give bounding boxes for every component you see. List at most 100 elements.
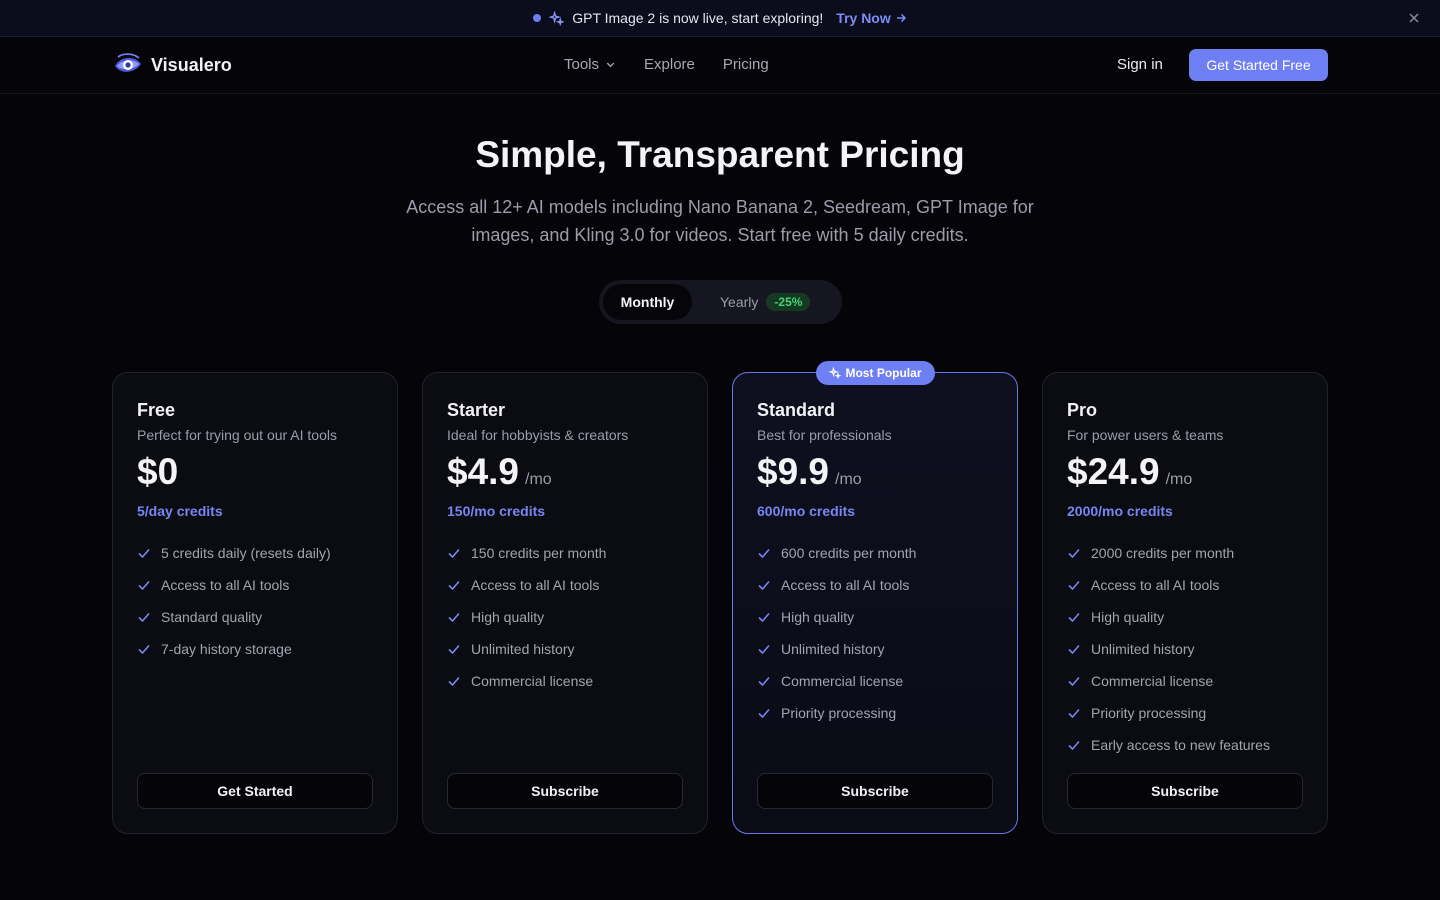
plan-credits: 600/mo credits (757, 503, 856, 519)
check-icon (757, 642, 771, 656)
subscribe-button[interactable]: Subscribe (447, 773, 683, 809)
check-icon (757, 546, 771, 560)
feature-list: 600 credits per month Access to all AI to… (757, 537, 916, 729)
feature-text: Priority processing (1091, 705, 1207, 721)
nav-explore[interactable]: Explore (644, 56, 695, 73)
feature-text: Early access to new features (1091, 737, 1270, 753)
nav-pricing[interactable]: Pricing (723, 56, 769, 73)
check-icon (137, 610, 151, 624)
feature-text: Standard quality (161, 609, 263, 625)
top-nav: Visualero Tools Explore Pricing Sign in … (0, 37, 1440, 94)
feature-item: 5 credits daily (resets daily) (137, 537, 331, 569)
discount-badge: -25% (766, 293, 811, 311)
feature-item: Access to all AI tools (757, 569, 916, 601)
check-icon (137, 546, 151, 560)
check-icon (1067, 738, 1081, 752)
badge-label: Most Popular (845, 366, 922, 380)
arrow-right-icon (896, 13, 906, 23)
feature-item: Priority processing (1067, 697, 1270, 729)
check-icon (1067, 578, 1081, 592)
subscribe-button[interactable]: Subscribe (1067, 773, 1303, 809)
check-icon (1067, 546, 1081, 560)
plan-description: Ideal for hobbyists & creators (447, 427, 629, 443)
plan-card-standard: Most Popular Standard Best for professio… (732, 361, 1018, 834)
feature-item: Commercial license (447, 665, 606, 697)
page-title: Simple, Transparent Pricing (475, 134, 965, 175)
plan-name: Pro (1067, 400, 1098, 420)
get-started-free-button[interactable]: Get Started Free (1189, 49, 1328, 81)
feature-text: Access to all AI tools (161, 577, 290, 593)
feature-text: 2000 credits per month (1091, 545, 1235, 561)
plan-period: /mo (835, 471, 862, 488)
feature-item: 600 credits per month (757, 537, 916, 569)
price-row: $9.9 /mo (757, 451, 862, 493)
feature-item: Standard quality (137, 601, 331, 633)
feature-item: Commercial license (1067, 665, 1270, 697)
feature-text: 5 credits daily (resets daily) (161, 545, 331, 561)
feature-item: Unlimited history (1067, 633, 1270, 665)
feature-item: High quality (757, 601, 916, 633)
price-row: $4.9 /mo (447, 451, 552, 493)
brand-logo[interactable]: Visualero (113, 51, 232, 79)
try-now-label: Try Now (836, 10, 891, 26)
feature-text: Access to all AI tools (471, 577, 600, 593)
billing-toggle: Monthly Yearly -25% (599, 280, 842, 324)
chevron-down-icon (606, 62, 615, 68)
toggle-monthly[interactable]: Monthly (603, 284, 692, 320)
nav-tools[interactable]: Tools (564, 56, 616, 73)
sign-in-link[interactable]: Sign in (1117, 56, 1163, 73)
feature-item: Priority processing (757, 697, 916, 729)
feature-list: 2000 credits per month Access to all AI t… (1067, 537, 1270, 761)
feature-text: Access to all AI tools (781, 577, 910, 593)
plan-name: Starter (447, 400, 506, 420)
feature-item: Access to all AI tools (447, 569, 606, 601)
check-icon (1067, 706, 1081, 720)
feature-item: Access to all AI tools (1067, 569, 1270, 601)
feature-text: Priority processing (781, 705, 897, 721)
plan-description: For power users & teams (1067, 427, 1224, 443)
check-icon (137, 578, 151, 592)
feature-text: Commercial license (471, 673, 594, 689)
feature-text: Commercial license (1091, 673, 1214, 689)
eye-logo-icon (115, 53, 141, 72)
feature-text: Unlimited history (471, 641, 575, 657)
plan-card-pro: Pro For power users & teams $24.9 /mo 20… (1042, 372, 1328, 834)
check-icon (1067, 642, 1081, 656)
feature-text: 150 credits per month (471, 545, 607, 561)
feature-item: 7-day history storage (137, 633, 331, 665)
subscribe-button[interactable]: Subscribe (757, 773, 993, 809)
plan-price: $9.9 (757, 451, 830, 492)
plan-price: $24.9 (1067, 451, 1160, 492)
feature-text: Commercial license (781, 673, 904, 689)
plan-card-starter: Starter Ideal for hobbyists & creators $… (422, 372, 708, 834)
feature-item: High quality (1067, 601, 1270, 633)
most-popular-badge: Most Popular (816, 361, 935, 385)
check-icon (757, 578, 771, 592)
feature-item: Unlimited history (757, 633, 916, 665)
plan-period: /mo (525, 471, 552, 488)
feature-list: 150 credits per month Access to all AI to… (447, 537, 606, 697)
check-icon (447, 610, 461, 624)
close-icon[interactable] (1406, 10, 1422, 26)
feature-text: High quality (1091, 609, 1165, 625)
feature-text: Access to all AI tools (1091, 577, 1220, 593)
check-icon (1067, 674, 1081, 688)
plan-description: Best for professionals (757, 427, 892, 443)
feature-text: Unlimited history (781, 641, 885, 657)
feature-item: High quality (447, 601, 606, 633)
plan-description: Perfect for trying out our AI tools (137, 427, 337, 443)
feature-item: 150 credits per month (447, 537, 606, 569)
check-icon (1067, 610, 1081, 624)
check-icon (447, 642, 461, 656)
get-started-button[interactable]: Get Started (137, 773, 373, 809)
feature-item: Early access to new features (1067, 729, 1270, 761)
check-icon (447, 578, 461, 592)
price-row: $0 (137, 451, 178, 493)
try-now-link[interactable]: Try Now (836, 10, 906, 26)
feature-item: Commercial license (757, 665, 916, 697)
brand-name: Visualero (151, 54, 232, 75)
plan-price: $4.9 (447, 451, 520, 492)
feature-text: High quality (781, 609, 855, 625)
toggle-yearly[interactable]: Yearly -25% (720, 293, 811, 311)
feature-item: Access to all AI tools (137, 569, 331, 601)
